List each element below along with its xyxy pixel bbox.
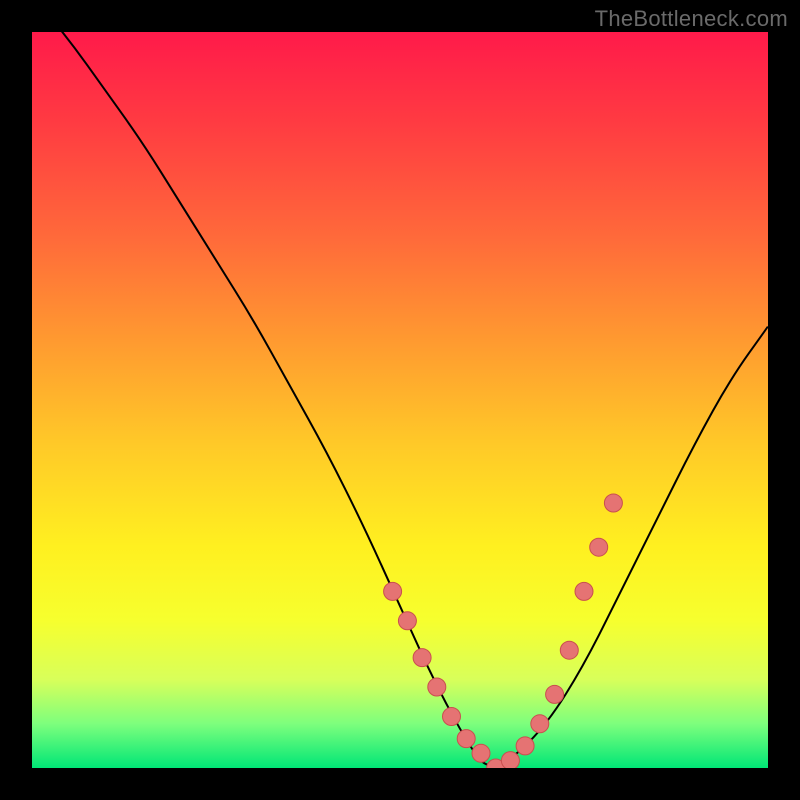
highlight-marker bbox=[457, 730, 475, 748]
highlight-marker bbox=[384, 582, 402, 600]
highlight-marker bbox=[590, 538, 608, 556]
highlight-marker bbox=[604, 494, 622, 512]
highlight-marker bbox=[413, 649, 431, 667]
bottleneck-curve bbox=[32, 32, 768, 766]
highlight-marker bbox=[501, 752, 519, 768]
watermark-text: TheBottleneck.com bbox=[595, 6, 788, 32]
plot-area bbox=[32, 32, 768, 768]
highlight-marker bbox=[516, 737, 534, 755]
chart-frame: TheBottleneck.com bbox=[0, 0, 800, 800]
highlight-marker bbox=[428, 678, 446, 696]
highlight-marker bbox=[472, 744, 490, 762]
highlight-marker bbox=[398, 612, 416, 630]
highlight-marker bbox=[443, 708, 461, 726]
highlight-marker bbox=[531, 715, 549, 733]
highlight-marker bbox=[546, 685, 564, 703]
bottleneck-curve-svg bbox=[32, 32, 768, 768]
highlight-marker bbox=[575, 582, 593, 600]
highlighted-points bbox=[384, 494, 623, 768]
highlight-marker bbox=[560, 641, 578, 659]
